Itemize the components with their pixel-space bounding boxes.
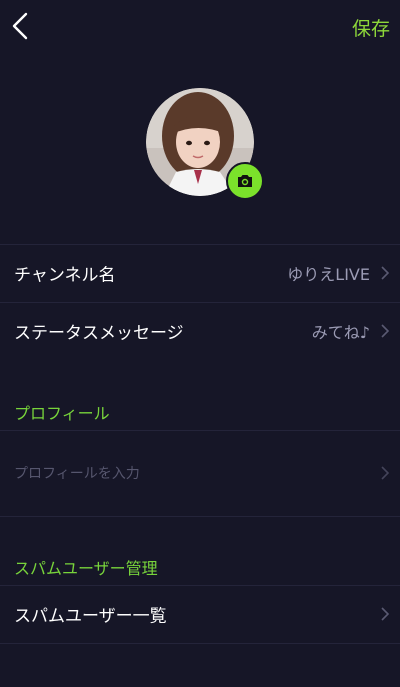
camera-icon xyxy=(238,175,252,187)
chevron-left-icon xyxy=(12,12,28,40)
spam-section-title: スパムユーザー管理 xyxy=(14,559,158,578)
status-message-row[interactable]: ステータスメッセージ みてね♪ xyxy=(0,302,400,360)
profile-input-placeholder: プロフィールを入力 xyxy=(14,466,140,482)
status-message-value: みてね♪ xyxy=(311,323,370,342)
status-message-label: ステータスメッセージ xyxy=(14,323,184,344)
chevron-right-icon xyxy=(381,266,390,280)
channel-name-label: チャンネル名 xyxy=(14,265,116,286)
spam-user-list-label: スパムユーザー一覧 xyxy=(14,606,167,627)
spam-user-list-row[interactable]: スパムユーザー一覧 xyxy=(0,585,400,643)
header-bar: 保存 xyxy=(0,0,400,56)
channel-name-value: ゆりえLIVE xyxy=(287,265,370,284)
change-photo-button[interactable] xyxy=(226,162,264,200)
back-button[interactable] xyxy=(8,8,36,44)
profile-input-row[interactable]: プロフィールを入力 xyxy=(0,430,400,516)
avatar-area xyxy=(146,88,264,200)
chevron-right-icon xyxy=(381,466,390,480)
chevron-right-icon xyxy=(381,607,390,621)
channel-name-row[interactable]: チャンネル名 ゆりえLIVE xyxy=(0,244,400,302)
divider xyxy=(0,643,400,644)
chevron-right-icon xyxy=(381,324,390,338)
save-button[interactable]: 保存 xyxy=(352,14,390,41)
divider xyxy=(0,516,400,517)
profile-section-title: プロフィール xyxy=(14,404,110,423)
